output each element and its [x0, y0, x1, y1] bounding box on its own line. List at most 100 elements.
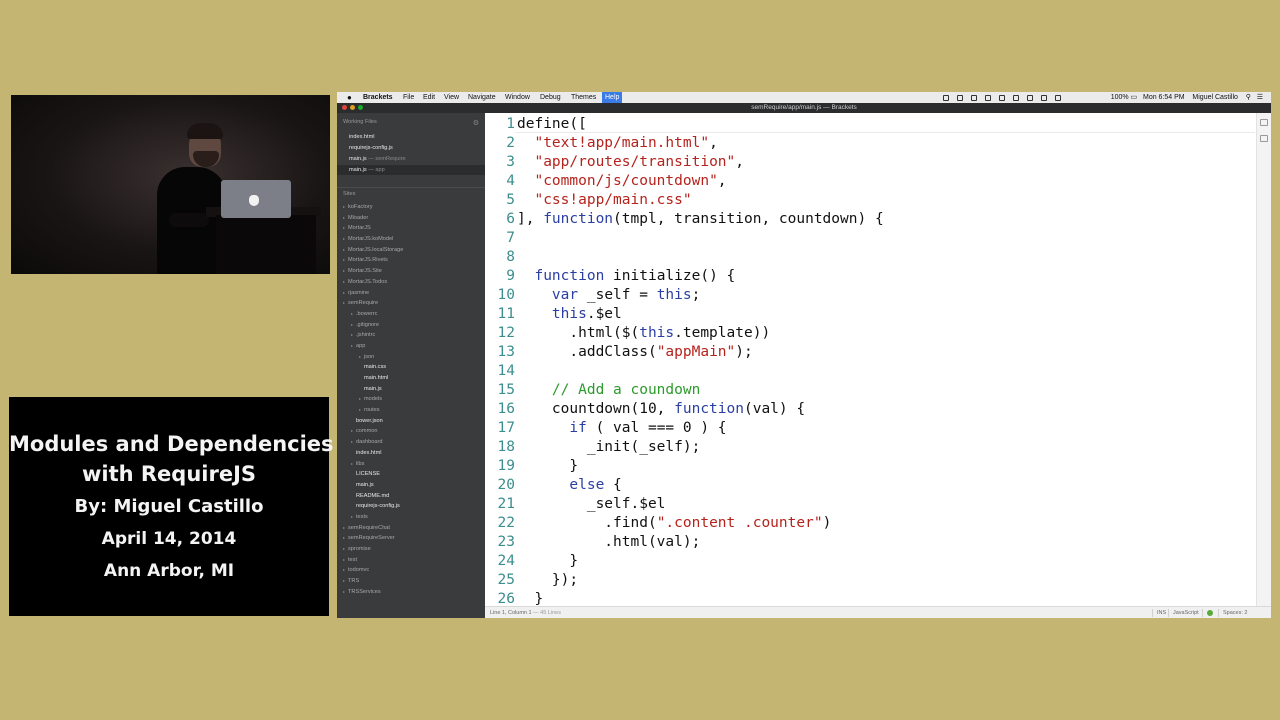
menu-edit[interactable]: Edit: [423, 92, 435, 103]
code-line[interactable]: .html($(this.template)): [517, 324, 770, 343]
code-line[interactable]: var _self = this;: [517, 286, 700, 305]
sites-header[interactable]: Sites: [343, 191, 355, 197]
tree-folder[interactable]: ▸ models: [337, 394, 485, 405]
tree-file[interactable]: main.css: [337, 362, 485, 373]
wifi-icon[interactable]: [1041, 95, 1047, 101]
extension-manager-icon[interactable]: [1260, 135, 1268, 142]
code-line[interactable]: _self.$el: [517, 495, 666, 514]
code-line[interactable]: function initialize() {: [517, 267, 735, 286]
code-line[interactable]: }: [517, 552, 578, 571]
code-line[interactable]: _init(_self);: [517, 438, 701, 457]
tree-file[interactable]: main.html: [337, 373, 485, 384]
zoom-window-button[interactable]: [358, 105, 363, 110]
working-file-item[interactable]: main.js — semRequire: [337, 154, 485, 164]
code-line[interactable]: "text!app/main.html",: [517, 134, 717, 153]
tree-folder[interactable]: ▸ semRequire: [337, 298, 485, 309]
code-line[interactable]: }: [517, 590, 543, 606]
indent-setting[interactable]: Spaces: 2: [1223, 607, 1247, 618]
status-icon[interactable]: [943, 95, 949, 101]
code-line[interactable]: define([: [517, 115, 587, 134]
tree-folder[interactable]: ▸ tests: [337, 512, 485, 523]
code-line[interactable]: }: [517, 457, 578, 476]
tree-folder[interactable]: ▸ json: [337, 352, 485, 363]
tree-folder[interactable]: ▸ rjasmine: [337, 288, 485, 299]
notification-center-icon[interactable]: ☰: [1257, 94, 1263, 101]
insert-mode[interactable]: INS: [1157, 607, 1166, 618]
menubar-clock[interactable]: Mon 6:54 PM: [1143, 94, 1185, 101]
code-line[interactable]: // Add a coundown: [517, 381, 700, 400]
tree-folder[interactable]: ▸ semRequireServer: [337, 533, 485, 544]
menu-debug[interactable]: Debug: [540, 92, 561, 103]
minimize-window-button[interactable]: [350, 105, 355, 110]
menu-window[interactable]: Window: [505, 92, 530, 103]
tree-folder[interactable]: ▸ MortarJS.Site: [337, 266, 485, 277]
working-file-item[interactable]: requirejs-config.js: [337, 143, 485, 153]
tree-folder[interactable]: ▸ TRS: [337, 576, 485, 587]
tree-folder[interactable]: ▸ .jshintrc: [337, 330, 485, 341]
menu-file[interactable]: File: [403, 92, 414, 103]
code-line[interactable]: .html(val);: [517, 533, 700, 552]
tree-folder[interactable]: ▸ routes: [337, 405, 485, 416]
tree-file[interactable]: main.js: [337, 384, 485, 395]
language-mode[interactable]: JavaScript: [1173, 607, 1199, 618]
tree-folder[interactable]: ▸ todomvc: [337, 565, 485, 576]
tree-folder[interactable]: ▸ test: [337, 555, 485, 566]
code-line[interactable]: });: [517, 571, 578, 590]
tree-folder[interactable]: ▸ .gitignore: [337, 320, 485, 331]
code-line[interactable]: "app/routes/transition",: [517, 153, 744, 172]
menu-navigate[interactable]: Navigate: [468, 92, 496, 103]
code-line[interactable]: else {: [517, 476, 621, 495]
code-line[interactable]: countdown(10, function(val) {: [517, 400, 805, 419]
tree-folder[interactable]: ▸ dashboard: [337, 437, 485, 448]
tree-file[interactable]: bower.json: [337, 416, 485, 427]
volume-icon[interactable]: [1027, 95, 1033, 101]
tree-folder[interactable]: ▸ semRequireChat: [337, 523, 485, 534]
tree-file[interactable]: README.md: [337, 491, 485, 502]
tree-folder[interactable]: ▸ spromise: [337, 544, 485, 555]
tree-folder[interactable]: ▸ koFactory: [337, 202, 485, 213]
lint-ok-icon[interactable]: [1207, 610, 1213, 616]
live-preview-icon[interactable]: [1260, 119, 1268, 126]
cursor-position[interactable]: Line 1, Column 1 — 45 Lines: [490, 607, 561, 618]
status-icon[interactable]: [957, 95, 963, 101]
tree-file[interactable]: main.js: [337, 480, 485, 491]
menubar-user[interactable]: Miguel Castillo: [1192, 94, 1238, 101]
working-file-item-active[interactable]: main.js — app: [337, 165, 485, 175]
battery-icon[interactable]: [1055, 95, 1061, 101]
code-line[interactable]: if ( val === 0 ) {: [517, 419, 726, 438]
close-window-button[interactable]: [342, 105, 347, 110]
status-icon[interactable]: [999, 95, 1005, 101]
tree-folder[interactable]: ▸ app: [337, 341, 485, 352]
tree-folder[interactable]: ▸ MortarJS.localStorage: [337, 245, 485, 256]
code-editor[interactable]: 1 2 3 4 5 6 7 8 9 10 11 12 13 14 15 16 17 18 19 20 21 22 23 24 2…: [485, 113, 1271, 606]
bluetooth-icon[interactable]: [1013, 95, 1019, 101]
tree-folder[interactable]: ▸ libs: [337, 459, 485, 470]
tree-file[interactable]: requirejs-config.js: [337, 501, 485, 512]
gear-icon[interactable]: ⚙: [473, 119, 479, 127]
code-line[interactable]: "css!app/main.css": [517, 191, 691, 210]
tree-folder[interactable]: ▸ MortarJS: [337, 223, 485, 234]
code-line[interactable]: .addClass("appMain");: [517, 343, 752, 362]
tree-file[interactable]: index.html: [337, 448, 485, 459]
status-icon[interactable]: [985, 95, 991, 101]
code-line[interactable]: this.$el: [517, 305, 622, 324]
working-file-item[interactable]: index.html: [337, 132, 485, 142]
tree-folder[interactable]: ▸ common: [337, 426, 485, 437]
status-icon[interactable]: [971, 95, 977, 101]
tree-folder[interactable]: ▸ MortarJS.Rivets: [337, 255, 485, 266]
code-line[interactable]: ], function(tmpl, transition, countdown)…: [517, 210, 884, 229]
code-line[interactable]: .find(".content .counter"): [517, 514, 831, 533]
code-line[interactable]: "common/js/countdown",: [517, 172, 726, 191]
tree-file[interactable]: LICENSE: [337, 469, 485, 480]
menu-view[interactable]: View: [444, 92, 459, 103]
menu-help[interactable]: Help: [602, 92, 623, 103]
tree-folder[interactable]: ▸ TRSServices: [337, 587, 485, 598]
menu-app-brackets[interactable]: Brackets: [363, 92, 393, 103]
menu-themes[interactable]: Themes: [571, 92, 596, 103]
tree-folder[interactable]: ▸ .bowerrc: [337, 309, 485, 320]
apple-menu-icon[interactable]: ●: [347, 92, 352, 103]
tree-folder[interactable]: ▸ Mloader: [337, 213, 485, 224]
tree-folder[interactable]: ▸ MortarJS.Todos: [337, 277, 485, 288]
tree-folder[interactable]: ▸ MortarJS.koModel: [337, 234, 485, 245]
spotlight-search-icon[interactable]: ⚲: [1246, 94, 1251, 101]
